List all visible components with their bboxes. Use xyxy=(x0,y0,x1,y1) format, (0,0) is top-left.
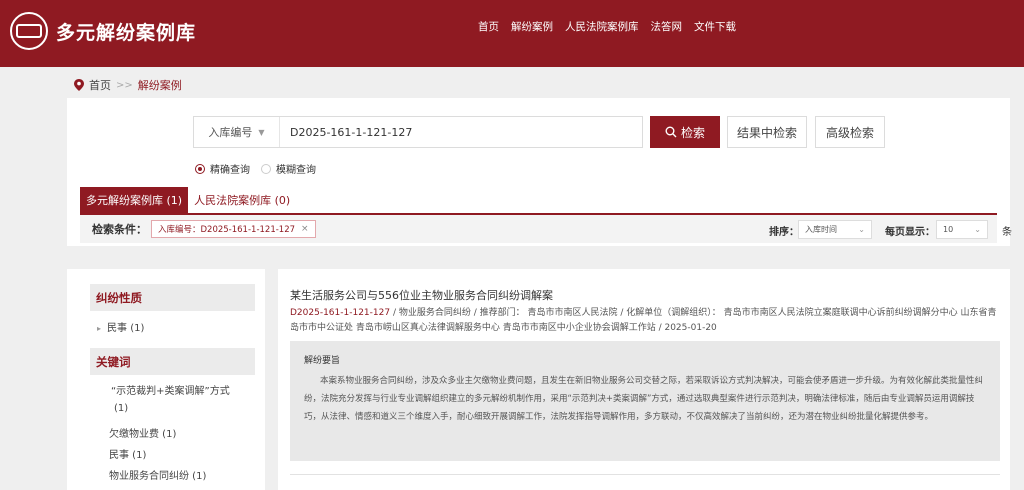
nav-home[interactable]: 首页 xyxy=(478,19,499,34)
facet-item-model-judgment[interactable]: “示范裁判+类案调解”方式 xyxy=(111,382,230,397)
per-page-select[interactable]: 10 ⌄ xyxy=(936,220,988,239)
facet-item-count: (1) xyxy=(114,403,129,414)
facet-item-civil[interactable]: ▸ 民事 (1) xyxy=(97,319,144,334)
top-nav: 首页 解纷案例 人民法院案例库 法答网 文件下载 xyxy=(478,19,736,34)
per-page-unit: 条 xyxy=(1002,227,1012,238)
nav-court-cases[interactable]: 人民法院案例库 xyxy=(565,19,639,34)
search-icon xyxy=(665,126,677,138)
case-title-link[interactable]: 某生活服务公司与556位业主物业服务合同纠纷调解案 xyxy=(290,287,553,303)
chevron-down-icon: ⌄ xyxy=(858,225,865,234)
breadcrumb-current[interactable]: 解纷案例 xyxy=(138,77,182,93)
chevron-right-icon: ▸ xyxy=(97,324,102,333)
site-logo[interactable]: 多元解纷案例库 xyxy=(10,12,196,50)
breadcrumb: 首页 >> 解纷案例 xyxy=(74,77,182,93)
case-id[interactable]: D2025-161-1-121-127 xyxy=(290,308,390,318)
nav-downloads[interactable]: 文件下载 xyxy=(694,19,736,34)
per-page-label: 每页显示： xyxy=(885,227,935,238)
fuzzy-mode-label: 模糊查询 xyxy=(276,165,316,176)
search-button-label: 检索 xyxy=(680,125,705,140)
filter-label: 检索条件： xyxy=(92,223,147,236)
close-icon[interactable]: × xyxy=(301,224,309,234)
logo-emblem-icon xyxy=(10,12,48,50)
facet-item-label: 民事 (1) xyxy=(107,323,145,334)
exact-mode-radio[interactable] xyxy=(195,163,205,174)
nav-qa[interactable]: 法答网 xyxy=(651,19,683,34)
facet-item-property-contract[interactable]: 物业服务合同纠纷 (1) xyxy=(109,467,206,482)
facet-heading-dispute-nature: 纠纷性质 xyxy=(90,284,255,311)
search-button[interactable]: 检索 xyxy=(650,116,720,148)
sort-label: 排序： xyxy=(769,227,799,238)
tab-diversified-library[interactable]: 多元解纷案例库 (1) xyxy=(80,187,189,213)
facet-item-civil-keyword[interactable]: 民事 (1) xyxy=(109,446,146,461)
breadcrumb-separator: >> xyxy=(116,79,133,91)
chevron-down-icon: ▼ xyxy=(258,127,265,137)
chevron-down-icon: ⌄ xyxy=(974,225,981,234)
result-divider xyxy=(290,474,1000,475)
facet-item-unpaid-fees[interactable]: 欠缴物业费 (1) xyxy=(109,425,176,440)
summary-text: 本案系物业服务合同纠纷，涉及众多业主欠缴物业费问题，且发生在新旧物业服务公司交替… xyxy=(304,376,984,422)
summary-heading: 解纷要旨 xyxy=(304,356,341,366)
advanced-search-button[interactable]: 高级检索 xyxy=(815,116,885,148)
site-header: 多元解纷案例库 首页 解纷案例 人民法院案例库 法答网 文件下载 xyxy=(0,0,1024,67)
search-panel: 入库编号 ▼ 检索 结果中检索 高级检索 精确查询 模糊查询 多元解纷案例库 (… xyxy=(67,98,1012,246)
site-title: 多元解纷案例库 xyxy=(56,21,197,44)
refine-search-button[interactable]: 结果中检索 xyxy=(727,116,807,148)
nav-cases[interactable]: 解纷案例 xyxy=(511,19,553,34)
fuzzy-mode-radio[interactable] xyxy=(261,163,271,174)
case-meta: D2025-161-1-121-127 / 物业服务合同纠纷 / 推荐部门： 青… xyxy=(290,306,1002,336)
filter-bar: 检索条件： 入库编号：D2025-161-1-121-127 × 排序： 入库时… xyxy=(80,213,1012,243)
search-box: 入库编号 ▼ xyxy=(193,116,643,148)
breadcrumb-home[interactable]: 首页 xyxy=(89,77,111,93)
search-field-label: 入库编号 xyxy=(208,126,253,139)
sort-select-value: 入库时间 xyxy=(805,225,837,234)
search-field-select[interactable]: 入库编号 ▼ xyxy=(194,117,280,147)
per-page-value: 10 xyxy=(943,225,954,234)
facet-heading-keywords: 关键词 xyxy=(90,348,255,375)
search-input[interactable] xyxy=(280,117,642,147)
tab-court-library[interactable]: 人民法院案例库 (0) xyxy=(188,187,296,213)
filter-tag: 入库编号：D2025-161-1-121-127 × xyxy=(151,220,316,238)
case-meta-text: / 物业服务合同纠纷 / 推荐部门： 青岛市市南区人民法院 / 化解单位（调解组… xyxy=(290,308,997,333)
case-summary: 解纷要旨 本案系物业服务合同纠纷，涉及众多业主欠缴物业费问题，且发生在新旧物业服… xyxy=(290,341,1000,461)
results-panel: 某生活服务公司与556位业主物业服务合同纠纷调解案 D2025-161-1-12… xyxy=(278,269,1010,490)
sort-select[interactable]: 入库时间 ⌄ xyxy=(798,220,872,239)
exact-mode-label: 精确查询 xyxy=(210,165,250,176)
facet-sidebar: 纠纷性质 ▸ 民事 (1) 关键词 “示范裁判+类案调解”方式 (1) 欠缴物业费… xyxy=(67,269,265,490)
search-mode-group: 精确查询 模糊查询 xyxy=(195,161,322,176)
filter-tag-text: 入库编号：D2025-161-1-121-127 xyxy=(158,225,296,235)
library-tabs: 多元解纷案例库 (1) 人民法院案例库 (0) xyxy=(80,187,296,213)
location-pin-icon xyxy=(74,79,84,91)
